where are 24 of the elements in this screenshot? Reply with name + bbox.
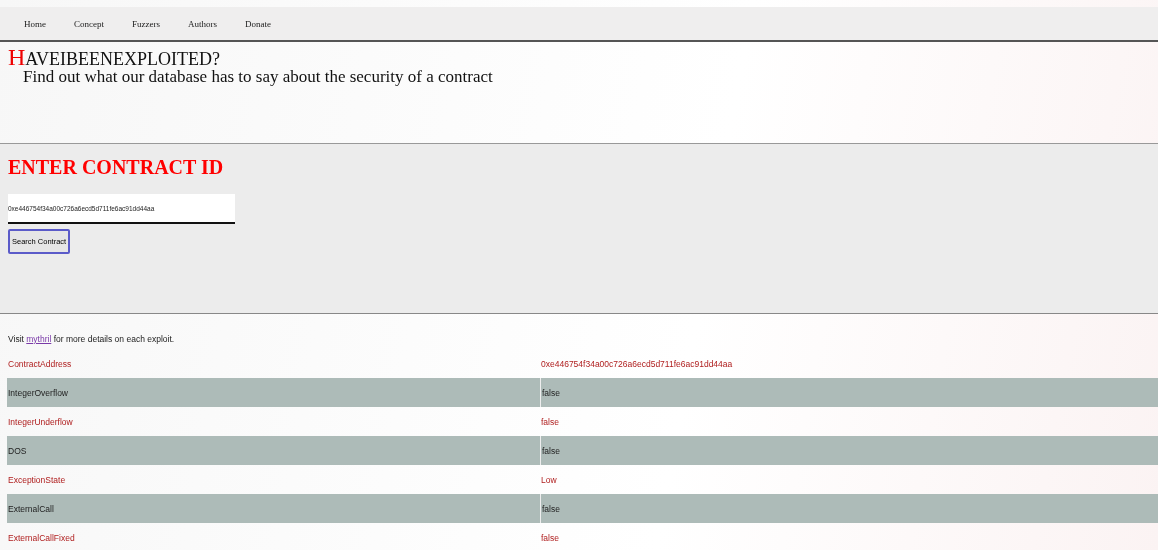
nav-link[interactable]: Home (24, 18, 46, 29)
table-cell-text: ExceptionState (7, 473, 67, 487)
site-subtitle: Find out what our database has to say about the security of a contract (23, 68, 494, 86)
table-cell: false (540, 436, 1158, 465)
table-cell-text: ContractAddress (7, 357, 73, 371)
mythril-link[interactable]: mythril (26, 334, 52, 344)
site-title: HAVEIBEENEXPLOITED? (8, 48, 221, 68)
table-cell-text: 0xe446754f34a00c726a6ecd5d711fe6ac91dd44aa (540, 357, 734, 371)
search-heading: ENTER CONTRACT ID (8, 156, 225, 179)
info-text: Visit mythril for more details on each exploit. (8, 334, 176, 344)
nav-link[interactable]: Fuzzers (132, 18, 160, 29)
table-cell-text: ExternalCallFixed (7, 531, 76, 545)
nav-link[interactable]: Donate (245, 18, 271, 29)
table-cell: false (540, 378, 1158, 407)
table-cell-text: IntegerUnderflow (7, 415, 74, 429)
table-cell-text: Low (540, 473, 558, 487)
table-cell-text: IntegerOverflow (7, 386, 69, 400)
table-cell-text: false (540, 415, 560, 429)
nav-link[interactable]: Authors (188, 18, 217, 29)
table-cell-text: false (540, 531, 560, 545)
table-cell-text: DOS (7, 444, 28, 458)
nav-link[interactable]: Concept (74, 18, 104, 29)
table-cell-text: ExternalCall (7, 502, 55, 516)
table-cell: false (540, 494, 1158, 523)
